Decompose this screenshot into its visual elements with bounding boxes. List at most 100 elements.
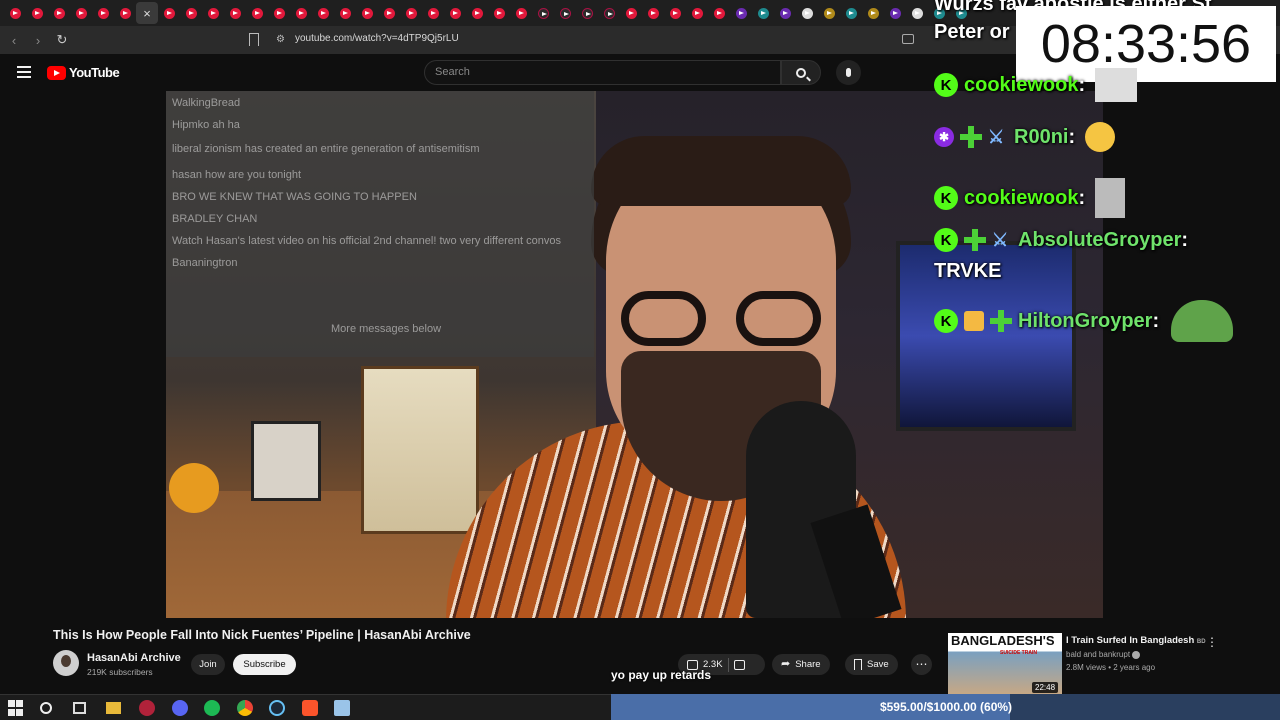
tab-favicon-icon	[559, 7, 571, 19]
video-duration: 22:48	[1032, 682, 1059, 693]
browser-tab[interactable]	[488, 2, 510, 24]
channel-avatar[interactable]	[53, 650, 79, 676]
reload-icon[interactable]: ↻	[52, 30, 72, 50]
browser-tab[interactable]	[158, 2, 180, 24]
video-player[interactable]: WalkingBread Hipmko ah ha liberal zionism …	[166, 91, 1103, 618]
browser-tab[interactable]	[268, 2, 290, 24]
channel-name[interactable]: HasanAbi Archive	[87, 652, 181, 664]
browser-tab[interactable]	[620, 2, 642, 24]
overlay-chat-line: ✱ ⚔ R00ni:	[934, 122, 1116, 152]
browser-tab[interactable]	[576, 2, 598, 24]
app-icon[interactable]	[139, 700, 155, 716]
recommended-channel[interactable]: bald and bankrupt	[1066, 650, 1141, 659]
browser-tab[interactable]	[664, 2, 686, 24]
plus-badge-icon	[960, 126, 982, 148]
browser-tab[interactable]	[400, 2, 422, 24]
browser-tab[interactable]	[642, 2, 664, 24]
browser-tab[interactable]	[708, 2, 730, 24]
voice-search-button[interactable]	[836, 60, 861, 85]
browser-tab[interactable]	[862, 2, 884, 24]
browser-tab[interactable]	[92, 2, 114, 24]
browser-tab[interactable]	[532, 2, 554, 24]
browser-tab[interactable]	[796, 2, 818, 24]
search-input[interactable]: Search	[424, 60, 781, 85]
browser-tab[interactable]	[312, 2, 334, 24]
browser-tab[interactable]	[840, 2, 862, 24]
browser-tab[interactable]	[180, 2, 202, 24]
browser-tab[interactable]	[598, 2, 620, 24]
tab-favicon-icon	[603, 7, 615, 19]
chat-username: R00ni	[1014, 125, 1069, 148]
blurred-chat-panel: WalkingBread Hipmko ah ha liberal zionism …	[166, 91, 594, 357]
browser-tab[interactable]	[70, 2, 92, 24]
video-title: This Is How People Fall Into Nick Fuente…	[53, 628, 471, 642]
browser-tab[interactable]	[906, 2, 928, 24]
spotify-icon[interactable]	[204, 700, 220, 716]
smiley-ball	[169, 463, 219, 513]
taskbar-search-icon[interactable]	[40, 702, 52, 714]
browser-tab[interactable]	[114, 2, 136, 24]
subscribe-button[interactable]: Subscribe	[233, 654, 296, 675]
browser-tab[interactable]	[730, 2, 752, 24]
dislike-icon[interactable]	[733, 659, 745, 670]
browser-tab[interactable]	[378, 2, 400, 24]
address-bar[interactable]: youtube.com/watch?v=4dTP9Qj5rLU	[295, 33, 459, 44]
browser-tab[interactable]	[554, 2, 576, 24]
cast-icon[interactable]	[902, 34, 914, 44]
youtube-logo[interactable]: YouTube	[47, 65, 120, 80]
bookmark-icon[interactable]	[249, 33, 259, 46]
overlay-chat-line: K HiltonGroyper:	[934, 300, 1234, 342]
recommended-title[interactable]: I Train Surfed In Bangladesh BD	[1066, 635, 1206, 646]
browser-tab[interactable]	[774, 2, 796, 24]
gift-badge-icon	[964, 311, 984, 331]
browser-tab[interactable]	[510, 2, 532, 24]
browser-tab[interactable]	[686, 2, 708, 24]
join-button[interactable]: Join	[191, 654, 225, 675]
tab-favicon-icon	[405, 7, 417, 19]
browser-tab[interactable]	[334, 2, 356, 24]
browser-tab[interactable]	[752, 2, 774, 24]
close-icon[interactable]: ×	[143, 6, 151, 21]
tab-favicon-icon	[185, 7, 197, 19]
browser-tab[interactable]	[246, 2, 268, 24]
save-button[interactable]: Save	[845, 654, 898, 675]
browser-tab[interactable]	[818, 2, 840, 24]
screen: × ‹ › ↻ ⚙ youtube.com/watch?v=4dTP9Qj5rL…	[0, 0, 1280, 720]
chrome-icon[interactable]	[237, 700, 253, 716]
thumbnail-subtext: SUICIDE TRAIN	[1000, 650, 1037, 656]
brave-icon[interactable]	[302, 700, 318, 716]
windows-start-icon[interactable]	[8, 700, 24, 716]
browser-tab[interactable]	[224, 2, 246, 24]
active-tab-close-icon[interactable]: ×	[136, 2, 158, 24]
chat-colon: :	[1152, 309, 1160, 332]
forward-icon[interactable]: ›	[28, 30, 48, 50]
menu-icon[interactable]	[17, 66, 31, 78]
more-actions-icon[interactable]: ⋯	[911, 654, 932, 675]
discord-icon[interactable]	[172, 700, 188, 716]
browser-tab[interactable]	[202, 2, 224, 24]
browser-tab[interactable]	[26, 2, 48, 24]
search-button[interactable]	[781, 60, 821, 85]
browser-tab[interactable]	[444, 2, 466, 24]
browser-tab[interactable]	[290, 2, 312, 24]
browser-tab[interactable]	[466, 2, 488, 24]
chat-username: HiltonGroyper	[1018, 309, 1153, 332]
share-button[interactable]: ➦ Share	[772, 654, 830, 675]
tab-favicon-icon	[9, 7, 21, 19]
browser-tab[interactable]	[356, 2, 378, 24]
steam-icon[interactable]	[269, 700, 285, 716]
task-view-icon[interactable]	[73, 702, 86, 714]
browser-tab[interactable]	[884, 2, 906, 24]
notepad-icon[interactable]	[334, 700, 350, 716]
overlay-chat-line: K ⚔ AbsoluteGroyper:	[934, 228, 1188, 252]
tab-favicon-icon	[207, 7, 219, 19]
back-icon[interactable]: ‹	[4, 30, 24, 50]
motorcycle-poster	[361, 366, 479, 534]
file-explorer-icon[interactable]	[106, 702, 121, 714]
browser-tab[interactable]	[422, 2, 444, 24]
tab-favicon-icon	[801, 7, 813, 19]
recommended-menu-icon[interactable]: ⋮	[1206, 635, 1218, 649]
browser-tab[interactable]	[4, 2, 26, 24]
site-info-icon[interactable]: ⚙	[276, 34, 287, 45]
browser-tab[interactable]	[48, 2, 70, 24]
